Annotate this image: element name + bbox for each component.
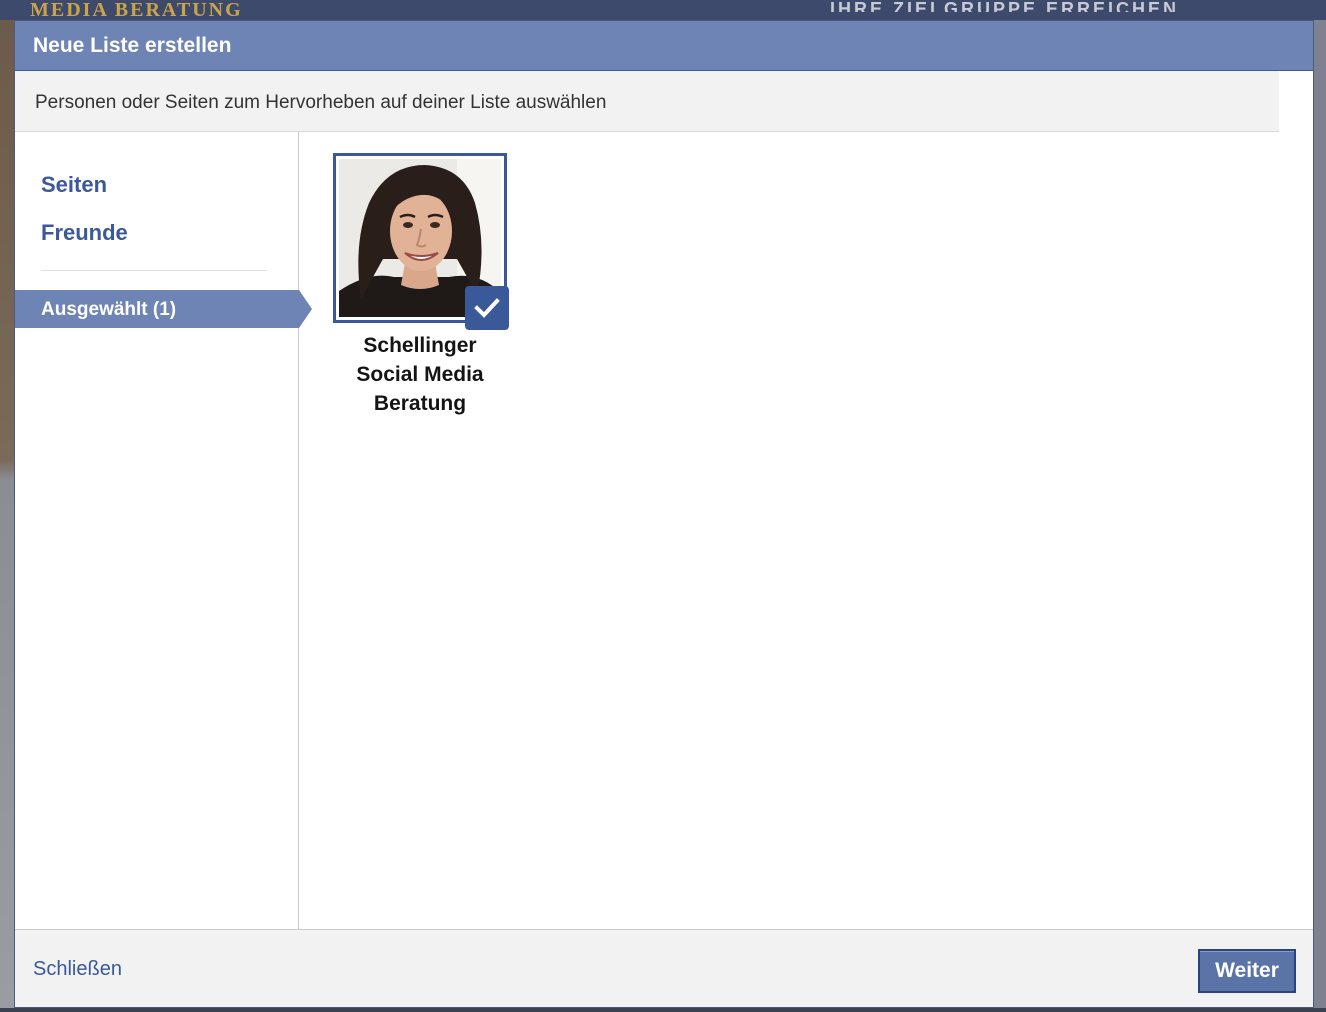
- background-page-bottom: [0, 1008, 1326, 1012]
- close-link[interactable]: Schließen: [33, 958, 122, 981]
- dialog-header: Neue Liste erstellen: [15, 21, 1313, 71]
- tile-name-line: Schellinger: [363, 334, 477, 357]
- sidebar-item-seiten[interactable]: Seiten: [41, 172, 107, 198]
- next-button[interactable]: Weiter: [1198, 949, 1296, 993]
- sidebar-item-selected[interactable]: Ausgewählt (1): [15, 290, 312, 328]
- dialog-footer: Schließen Weiter: [15, 929, 1313, 1007]
- background-brand-text: MEDIA BERATUNG: [30, 0, 243, 16]
- tile-name-line: Social Media: [356, 363, 484, 386]
- dialog-title: Neue Liste erstellen: [33, 34, 232, 57]
- sidebar-divider: [41, 270, 267, 271]
- tile-name-line: Beratung: [373, 392, 467, 415]
- dialog-instruction-bar: Personen oder Seiten zum Hervorheben auf…: [15, 71, 1279, 132]
- checkmark-icon[interactable]: [465, 286, 509, 330]
- selection-grid: Schellinger Social Media Beratung: [299, 132, 1313, 929]
- sidebar-item-selected-label: Ausgewählt (1): [41, 299, 177, 320]
- dialog-instruction: Personen oder Seiten zum Hervorheben auf…: [35, 92, 607, 113]
- background-slogan-text: IHRE ZIELGRUPPE ERREICHEN: [830, 0, 1180, 12]
- sidebar: Seiten Freunde Ausgewählt (1): [15, 132, 312, 929]
- tile-name: Schellinger Social Media Beratung: [323, 331, 517, 418]
- sidebar-item-freunde[interactable]: Freunde: [41, 220, 128, 246]
- background-page-right: [1314, 20, 1326, 1012]
- create-list-dialog: Neue Liste erstellen Personen oder Seite…: [14, 20, 1314, 1008]
